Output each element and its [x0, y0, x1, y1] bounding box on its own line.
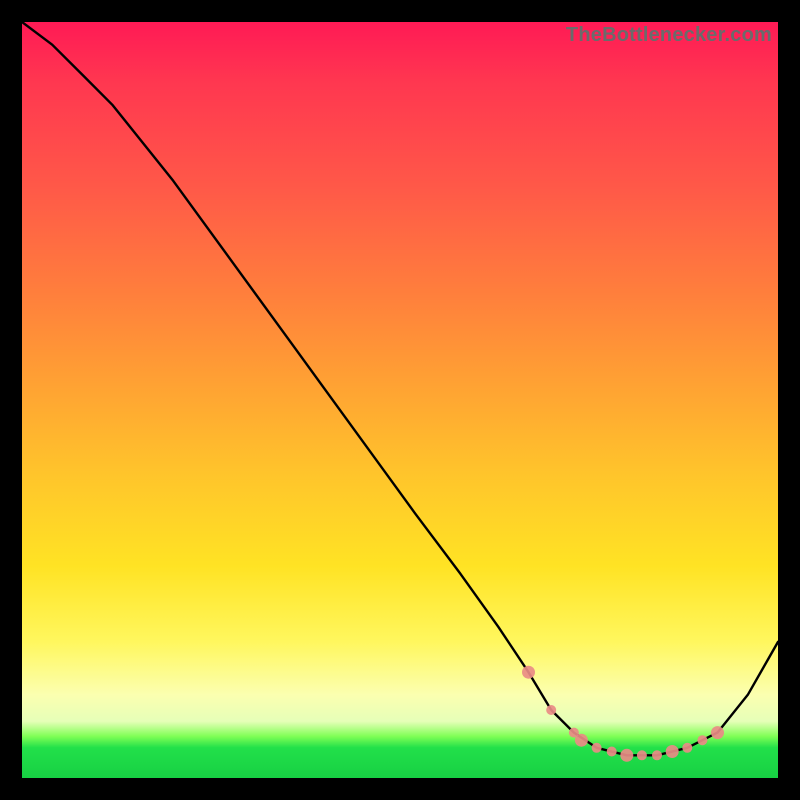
marker-point: [607, 747, 617, 757]
marker-point: [522, 666, 535, 679]
chart-svg: [22, 22, 778, 778]
marker-point: [546, 705, 556, 715]
plot-area: [22, 22, 778, 778]
marker-point: [666, 745, 679, 758]
series-curve: [22, 22, 778, 755]
series-markers: [522, 666, 724, 762]
marker-point: [697, 735, 707, 745]
marker-point: [711, 726, 724, 739]
marker-point: [682, 743, 692, 753]
marker-point: [592, 743, 602, 753]
marker-point: [575, 734, 588, 747]
marker-point: [637, 750, 647, 760]
marker-point: [620, 749, 633, 762]
marker-point: [652, 750, 662, 760]
chart-frame: TheBottlenecker.com: [22, 22, 778, 778]
